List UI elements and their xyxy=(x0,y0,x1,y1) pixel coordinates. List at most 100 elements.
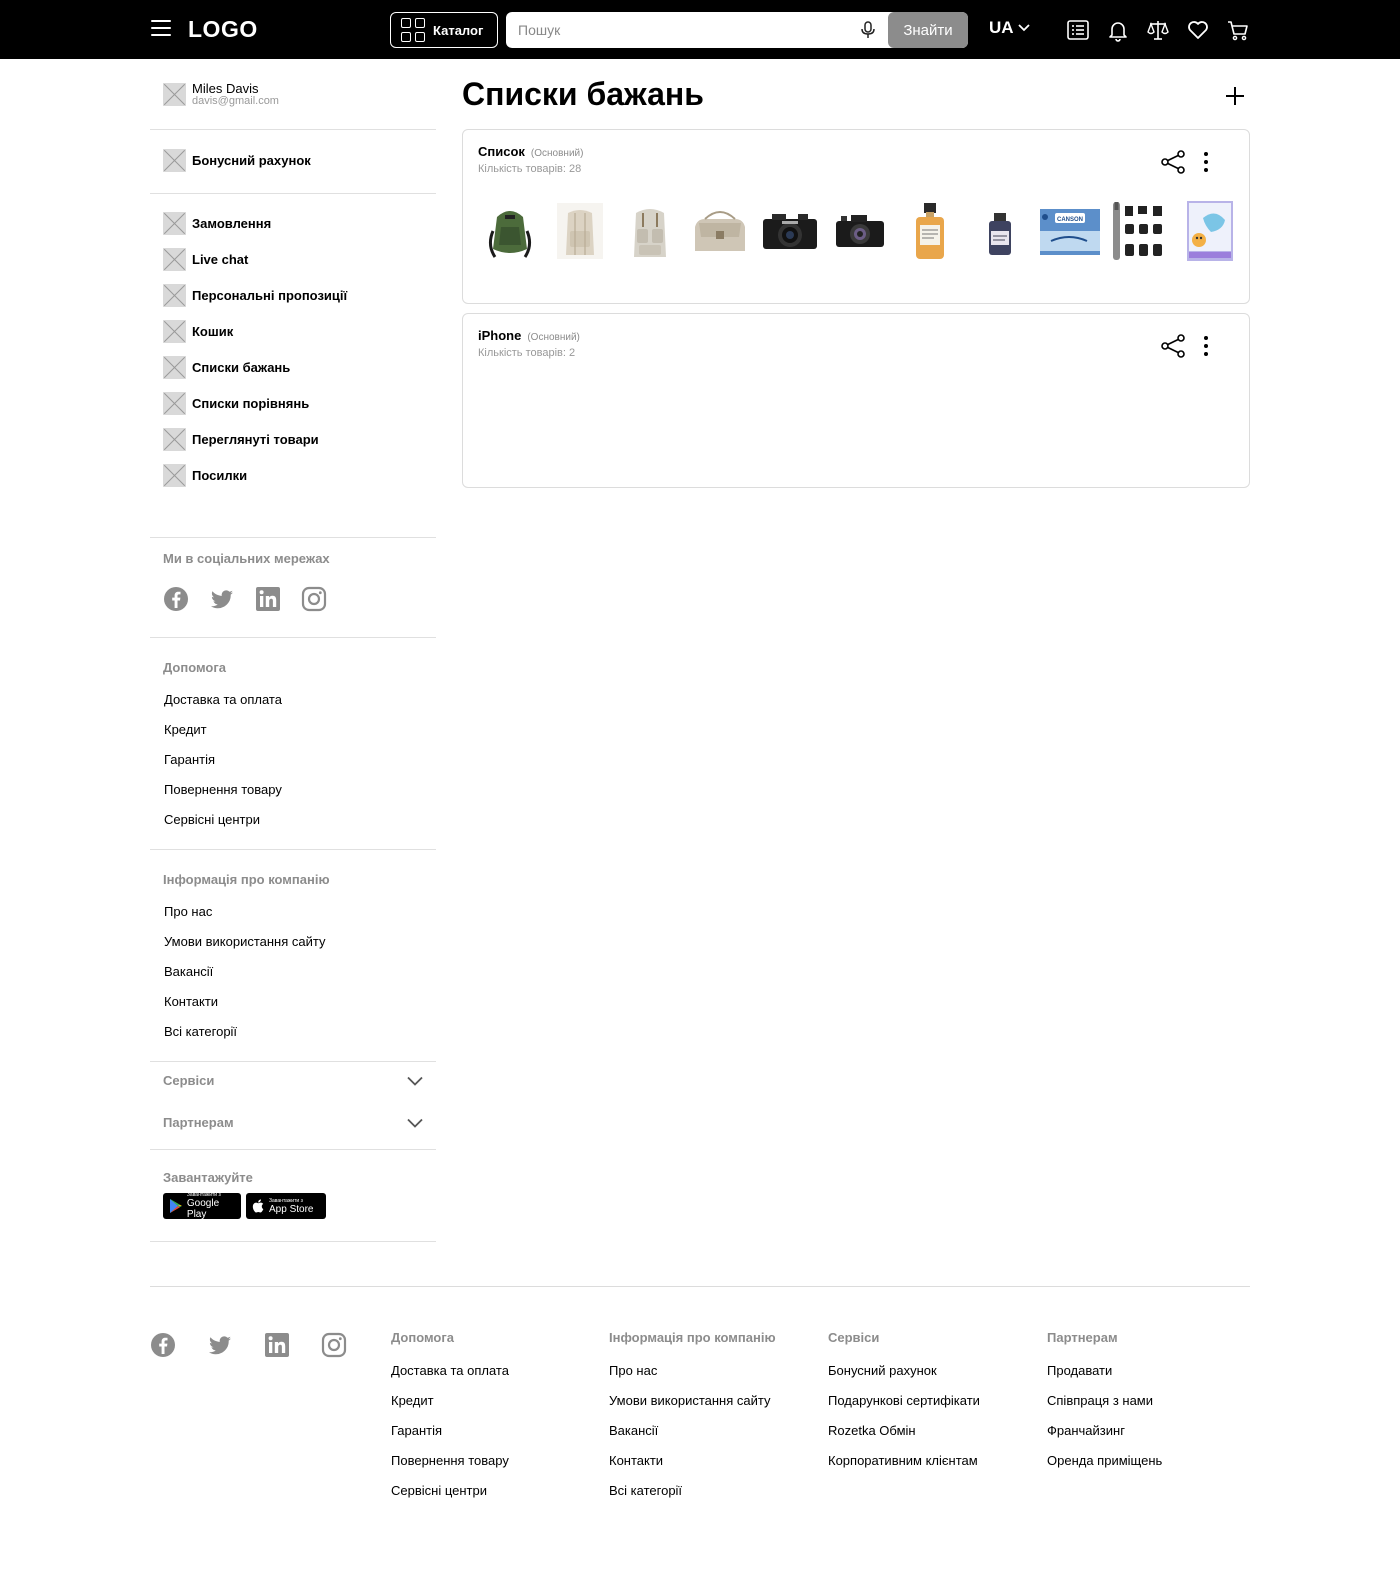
wishlist-card[interactable]: iPhone (Основний) Кількість товарів: 2 xyxy=(462,313,1250,488)
partners-accordion[interactable]: Партнерам xyxy=(163,1115,423,1130)
sidebar-item-orders[interactable]: Замовлення xyxy=(163,212,271,235)
product-thumbnail[interactable] xyxy=(759,196,821,266)
divider xyxy=(150,849,436,850)
top-header: LOGO Каталог Знайти UA xyxy=(0,0,1400,59)
partners-title: Партнерам xyxy=(163,1115,234,1130)
footer-link[interactable]: Контакти xyxy=(609,1452,776,1469)
help-link[interactable]: Доставка та оплата xyxy=(164,692,282,707)
footer-link[interactable]: Rozetka Обмін xyxy=(828,1422,980,1439)
footer-link[interactable]: Корпоративним клієнтам xyxy=(828,1452,980,1469)
add-list-icon[interactable] xyxy=(1224,85,1246,107)
wishlist-name: iPhone xyxy=(478,328,522,343)
search-button[interactable]: Знайти xyxy=(888,12,968,48)
sidebar-item-wishlists[interactable]: Списки бажань xyxy=(163,356,290,379)
product-thumbnail[interactable] xyxy=(619,196,681,266)
social-title: Ми в соціальних мережах xyxy=(163,551,330,566)
footer-link[interactable]: Продавати xyxy=(1047,1362,1162,1379)
divider xyxy=(150,1149,436,1150)
language-selector[interactable]: UA xyxy=(989,18,1030,38)
sidebar-item-parcels[interactable]: Посилки xyxy=(163,464,247,487)
help-link[interactable]: Гарантія xyxy=(164,752,215,767)
footer-link[interactable]: Франчайзинг xyxy=(1047,1422,1162,1439)
wishlist-card[interactable]: Список (Основний) Кількість товарів: 28 xyxy=(462,129,1250,304)
divider xyxy=(150,637,436,638)
divider xyxy=(150,1241,436,1242)
help-link[interactable]: Кредит xyxy=(164,722,207,737)
product-thumbnail[interactable] xyxy=(549,196,611,266)
download-title: Завантажуйте xyxy=(163,1170,253,1185)
product-thumbnail[interactable] xyxy=(689,196,751,266)
product-thumbnail[interactable] xyxy=(969,196,1031,266)
company-link[interactable]: Контакти xyxy=(164,994,218,1009)
wishlist-name: Список xyxy=(478,144,525,159)
facebook-icon[interactable] xyxy=(150,1332,176,1358)
footer-link[interactable]: Всі категорії xyxy=(609,1482,776,1499)
sidebar-item-viewed[interactable]: Переглянуті товари xyxy=(163,428,319,451)
cart-icon xyxy=(163,320,186,343)
footer-link[interactable]: Подарункові сертифікати xyxy=(828,1392,980,1409)
sidebar-item-bonus[interactable]: Бонусний рахунок xyxy=(163,149,311,172)
footer-link[interactable]: Бонусний рахунок xyxy=(828,1362,980,1379)
google-play-button[interactable]: Завантажити з Google Play xyxy=(163,1192,241,1220)
instagram-icon[interactable] xyxy=(301,586,327,612)
footer-link[interactable]: Співпраця з нами xyxy=(1047,1392,1162,1409)
footer-link[interactable]: Вакансії xyxy=(609,1422,776,1439)
canson-paper-image: CANSON xyxy=(1040,209,1100,255)
menu-icon[interactable] xyxy=(151,20,171,38)
footer-link[interactable]: Про нас xyxy=(609,1362,776,1379)
company-link[interactable]: Умови використання сайту xyxy=(164,934,325,949)
linkedin-icon[interactable] xyxy=(255,586,281,612)
user-profile[interactable]: Miles Davis davis@gmail.com xyxy=(163,82,279,108)
company-link[interactable]: Всі категорії xyxy=(164,1024,237,1039)
footer-link[interactable]: Гарантія xyxy=(391,1422,509,1439)
product-thumbnail[interactable] xyxy=(1179,196,1241,266)
compare-scales-icon[interactable] xyxy=(1146,18,1170,42)
footer-link[interactable]: Умови використання сайту xyxy=(609,1392,776,1409)
product-thumbnail[interactable] xyxy=(479,196,541,266)
more-vertical-icon[interactable] xyxy=(1198,150,1214,174)
linkedin-icon[interactable] xyxy=(264,1332,290,1358)
company-link[interactable]: Вакансії xyxy=(164,964,213,979)
divider xyxy=(150,129,436,130)
instagram-icon[interactable] xyxy=(321,1332,347,1358)
bell-icon[interactable] xyxy=(1106,18,1130,42)
parcel-icon xyxy=(163,464,186,487)
offers-icon xyxy=(163,284,186,307)
orders-list-icon[interactable] xyxy=(1066,18,1090,42)
footer-link[interactable]: Оренда приміщень xyxy=(1047,1452,1162,1469)
product-thumbnail[interactable] xyxy=(899,196,961,266)
share-icon[interactable] xyxy=(1160,149,1186,175)
facebook-icon[interactable] xyxy=(163,586,189,612)
logo[interactable]: LOGO xyxy=(188,16,258,43)
sidebar-item-live-chat[interactable]: Live chat xyxy=(163,248,248,271)
footer-column-services: Сервіси Бонусний рахунок Подарункові сер… xyxy=(828,1330,980,1482)
services-accordion[interactable]: Сервіси xyxy=(163,1073,423,1088)
heart-icon[interactable] xyxy=(1186,18,1210,42)
footer-link[interactable]: Сервісні центри xyxy=(391,1482,509,1499)
footer-column-company: Інформація про компанію Про нас Умови ви… xyxy=(609,1330,776,1512)
footer-link[interactable]: Повернення товару xyxy=(391,1452,509,1469)
search-input[interactable] xyxy=(518,12,838,48)
footer-social-links xyxy=(150,1332,378,1358)
company-link[interactable]: Про нас xyxy=(164,904,212,919)
divider xyxy=(150,537,436,538)
twitter-icon[interactable] xyxy=(209,586,235,612)
cart-icon[interactable] xyxy=(1226,18,1250,42)
more-vertical-icon[interactable] xyxy=(1198,334,1214,358)
sidebar-item-personal-offers[interactable]: Персональні пропозиції xyxy=(163,284,347,307)
sidebar-item-cart[interactable]: Кошик xyxy=(163,320,233,343)
product-thumbnail[interactable]: CANSON xyxy=(1039,196,1101,266)
sidebar-item-comparisons[interactable]: Списки порівнянь xyxy=(163,392,309,415)
share-icon[interactable] xyxy=(1160,333,1186,359)
product-thumbnail[interactable] xyxy=(1109,196,1171,266)
footer-link[interactable]: Кредит xyxy=(391,1392,509,1409)
help-link[interactable]: Сервісні центри xyxy=(164,812,260,827)
sidebar-item-label: Списки порівнянь xyxy=(192,396,310,411)
microphone-icon[interactable] xyxy=(858,20,878,40)
app-store-button[interactable]: Завантажити з App Store xyxy=(246,1193,326,1219)
product-thumbnail[interactable] xyxy=(829,196,891,266)
footer-link[interactable]: Доставка та оплата xyxy=(391,1362,509,1379)
catalog-button[interactable]: Каталог xyxy=(390,12,498,48)
twitter-icon[interactable] xyxy=(207,1332,233,1358)
help-link[interactable]: Повернення товару xyxy=(164,782,282,797)
